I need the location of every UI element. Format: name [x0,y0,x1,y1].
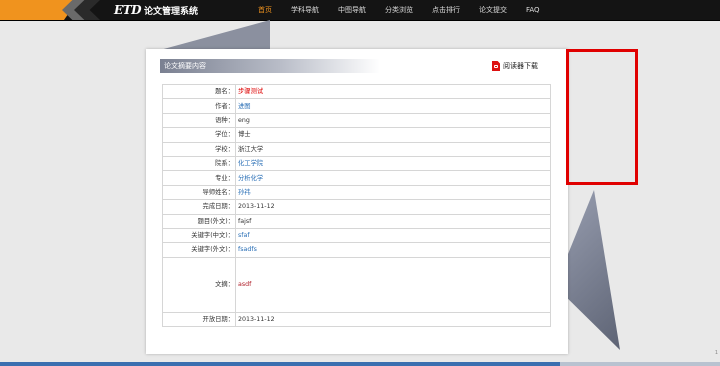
row-key: 学位： [162,127,236,143]
bottom-bar [0,362,720,366]
title-link[interactable]: 步骤测试 [235,83,551,100]
row-key: 文摘： [162,256,236,313]
table-row: 院系： 化工学院 [162,155,551,172]
table-row: 学校： 浙江大学 [162,141,551,157]
keyword-en-link[interactable]: fsadfs [235,242,551,258]
highlight-annotation-box [566,49,638,185]
page-marker: 1 [714,350,718,356]
keyword-cn-link[interactable]: sfaf [235,227,551,244]
table-row: 开放日期： 2013-11-12 [162,311,551,328]
row-value: 博士 [235,127,551,143]
logo-etd: ETD [114,3,141,17]
row-key: 关键字(中文)： [162,227,236,244]
top-bar: ETD 论文管理系统 首页 学科导航 中图导航 分类浏览 点击排行 论文提交 FA… [0,0,720,21]
row-value: 2013-11-12 [235,199,551,215]
table-row: 题目(外文)： fajsf [162,213,551,229]
row-key: 题名： [162,83,236,100]
table-row: 题名： 步骤测试 [162,83,551,100]
decor-triangle-top [160,20,270,50]
department-link[interactable]: 化工学院 [235,155,551,172]
row-key: 题目(外文)： [162,213,236,229]
download-label: 阅读器下载 [503,62,538,70]
row-key: 完成日期： [162,199,236,215]
row-key: 作者： [162,98,236,114]
card-title: 论文摘要内容 [160,59,380,73]
table-row: 学位： 博士 [162,127,551,143]
row-value: eng [235,112,551,129]
major-link[interactable]: 分析化学 [235,170,551,186]
row-key: 导师姓名： [162,184,236,201]
logo-system-name: 论文管理系统 [143,7,198,17]
site-logo[interactable]: ETD 论文管理系统 [114,3,198,17]
table-row: 作者： 进图 [162,98,551,114]
row-key: 开放日期： [162,311,236,328]
nav-home[interactable]: 首页 [258,5,272,15]
author-link[interactable]: 进图 [235,98,551,114]
table-row: 文摘： asdf [162,256,551,313]
nav-submit[interactable]: 论文提交 [479,5,507,15]
row-key: 院系： [162,155,236,172]
row-value: 浙江大学 [235,141,551,157]
nav-browse[interactable]: 分类浏览 [385,5,413,15]
table-row: 语种： eng [162,112,551,129]
nav-subject[interactable]: 学科导航 [291,5,319,15]
row-key: 语种： [162,112,236,129]
table-row: 完成日期： 2013-11-12 [162,199,551,215]
row-value: 2013-11-12 [235,311,551,328]
table-row: 专业： 分析化学 [162,170,551,186]
row-key: 专业： [162,170,236,186]
pdf-icon [492,61,500,71]
main-nav: 首页 学科导航 中图导航 分类浏览 点击排行 论文提交 FAQ [258,0,559,20]
table-row: 关键字(中文)： sfaf [162,227,551,244]
table-row: 导师姓名： 孙祎 [162,184,551,201]
row-key: 关键字(外文)： [162,242,236,258]
abstract-card: 论文摘要内容 阅读器下载 题名： 步骤测试 作者： 进图 语种： eng 学位：… [146,49,568,354]
nav-ranking[interactable]: 点击排行 [432,5,460,15]
thesis-info-table: 题名： 步骤测试 作者： 进图 语种： eng 学位： 博士 学校： 浙江大学 … [162,83,551,328]
row-value: fajsf [235,213,551,229]
nav-clc[interactable]: 中图导航 [338,5,366,15]
row-key: 学校： [162,141,236,157]
table-row: 关键字(外文)： fsadfs [162,242,551,258]
reader-download-link[interactable]: 阅读器下载 [492,61,538,71]
abstract-text: asdf [235,256,551,313]
supervisor-link[interactable]: 孙祎 [235,184,551,201]
nav-faq[interactable]: FAQ [526,6,540,14]
